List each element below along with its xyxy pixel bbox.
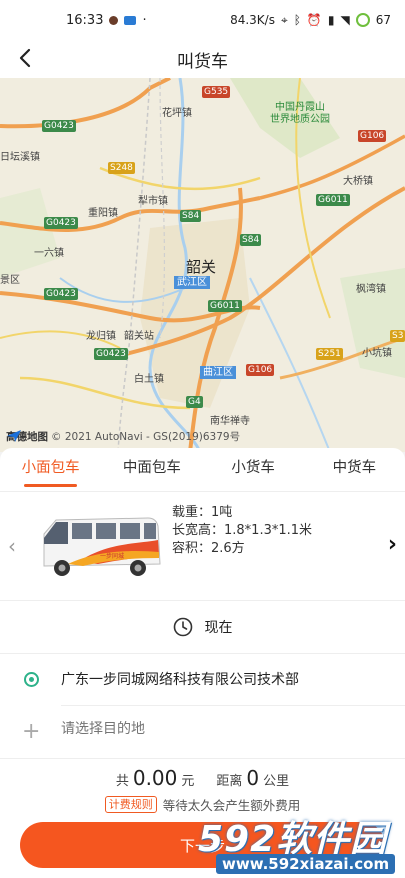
map-label-xiaokeng: 小坑镇 xyxy=(362,348,392,359)
destination-row[interactable]: + xyxy=(0,714,405,750)
chevron-left-icon[interactable]: ‹ xyxy=(8,534,16,558)
map-label-wujiang: 武江区 xyxy=(174,276,210,289)
vehicle-tabs: 小面包车 中面包车 小货车 中货车 xyxy=(0,448,405,490)
dot-separator-icon: · xyxy=(142,12,147,28)
divider xyxy=(0,600,405,601)
divider xyxy=(0,758,405,759)
start-address-row[interactable]: 广东一步同城网络科技有限公司技术部 xyxy=(0,662,405,698)
road-g0423-c: G0423 xyxy=(44,288,78,300)
road-g106-a: G106 xyxy=(358,130,387,142)
battery-level: 67 xyxy=(375,13,391,27)
road-g6011-a: G6011 xyxy=(316,194,350,206)
map-label-baitu: 白土镇 xyxy=(134,374,164,385)
map-label-huaping: 花坪镇 xyxy=(162,108,192,119)
header: 叫货车 xyxy=(0,40,405,78)
vehicle-load: 载重：1吨 xyxy=(172,505,233,520)
tabs-divider xyxy=(0,491,405,492)
road-s3: S3 xyxy=(390,330,405,342)
tab-small-truck[interactable]: 小货车 xyxy=(203,448,304,490)
chevron-left-icon[interactable] xyxy=(14,46,38,70)
divider xyxy=(61,705,405,706)
tab-medium-truck[interactable]: 中货车 xyxy=(304,448,405,490)
start-address: 广东一步同城网络科技有限公司技术部 xyxy=(61,672,299,688)
network-speed: 84.3K/s xyxy=(230,13,275,27)
destination-input[interactable] xyxy=(61,721,361,737)
van-image: 一步同城 xyxy=(43,517,161,576)
app-badge-icon xyxy=(124,15,137,25)
road-g0423-a: G0423 xyxy=(42,120,76,132)
fee-rule-button[interactable]: 计费规则 xyxy=(104,795,157,813)
total-prefix: 共 xyxy=(115,774,129,789)
alarm-icon: ⏰ xyxy=(306,13,322,27)
status-time: 16:33 xyxy=(66,12,104,28)
location-icon: ⌖ xyxy=(280,12,288,27)
page-title: 叫货车 xyxy=(177,51,228,72)
road-g106-b: G106 xyxy=(246,364,275,376)
map-label-longgui: 龙归镇 xyxy=(86,331,116,342)
map-label-nanhuachan: 南华禅寺 xyxy=(210,416,250,427)
map-label-riyanxi: 日坛溪镇 xyxy=(0,152,40,163)
road-s251: S251 xyxy=(316,348,343,360)
map-credit-text: © 2021 AutoNavi - GS(2019)6379号 xyxy=(51,431,241,443)
map-label-chongyang: 重阳镇 xyxy=(88,208,118,219)
road-s84-b: S84 xyxy=(240,234,262,246)
chevron-right-icon[interactable]: › xyxy=(388,532,397,557)
battery-icon xyxy=(355,13,370,27)
time-selector[interactable]: 现在 xyxy=(0,608,405,646)
road-s248: S248 xyxy=(108,162,135,174)
vehicle-volume: 容积：2.6方 xyxy=(172,541,245,556)
map-label-liuyi: 一六镇 xyxy=(34,248,64,259)
map-label-daqiao: 大桥镇 xyxy=(343,176,373,187)
clock-icon xyxy=(173,617,192,637)
notification-dot-icon xyxy=(109,15,119,25)
road-s84-a: S84 xyxy=(180,210,202,222)
distance-value: 0 xyxy=(246,766,260,790)
map-label-city: 韶关 xyxy=(186,258,217,276)
road-g0423-d: G0423 xyxy=(94,348,128,360)
start-point-icon xyxy=(24,672,39,687)
map-label-jingqu: 景区 xyxy=(0,275,20,286)
plus-icon: + xyxy=(22,719,41,744)
wifi-icon: ◥ xyxy=(340,13,350,27)
divider xyxy=(0,653,405,654)
road-g6011-b: G6011 xyxy=(208,300,242,312)
map-label-danxia-2: 世界地质公园 xyxy=(270,114,330,125)
status-right: 84.3K/s ⌖ ᛒ ⏰ ▮ ◥ 67 xyxy=(230,13,391,28)
watermark-url: www.592xiazai.com xyxy=(216,854,396,874)
road-g535: G535 xyxy=(202,86,231,98)
svg-text:一步同城: 一步同城 xyxy=(100,552,124,560)
signal-icon: ▮ xyxy=(327,13,335,27)
price-summary: 共 0.00 元 距离 0 公里 xyxy=(0,766,405,792)
map-credit: 高德地图 © 2021 AutoNavi - GS(2019)6379号 xyxy=(6,429,240,444)
vehicle-specs: 载重：1吨 长宽高：1.8*1.3*1.1米 容积：2.6方 xyxy=(172,504,312,558)
status-left: 16:33 · xyxy=(66,13,147,28)
amap-logo-icon xyxy=(7,430,21,442)
status-bar: 16:33 · 84.3K/s ⌖ ᛒ ⏰ ▮ ◥ 67 xyxy=(0,0,405,40)
distance-unit: 公里 xyxy=(263,774,290,789)
map-label-qujiang: 曲江区 xyxy=(200,366,236,379)
time-label: 现在 xyxy=(204,620,233,636)
bluetooth-icon: ᛒ xyxy=(293,13,301,27)
tab-medium-van[interactable]: 中面包车 xyxy=(101,448,202,490)
vehicle-card: ‹ 一步同城 载重：1吨 长宽高：1.8*1.3*1.1米 容积：2.6方 › xyxy=(0,496,405,596)
map-label-lishi: 犁市镇 xyxy=(138,196,168,207)
distance-prefix: 距离 xyxy=(216,774,243,789)
total-unit: 元 xyxy=(181,774,195,789)
watermark: 592软件园 www.592xiazai.com xyxy=(198,806,405,878)
total-price: 0.00 xyxy=(132,766,178,790)
road-g0423-b: G0423 xyxy=(44,217,78,229)
tab-small-van[interactable]: 小面包车 xyxy=(0,448,101,490)
map-label-fengwan: 枫湾镇 xyxy=(356,284,386,295)
vehicle-dimensions: 长宽高：1.8*1.3*1.1米 xyxy=(172,523,313,538)
map-view[interactable]: 中国丹霞山 世界地质公园 花坪镇 犁市镇 重阳镇 日坛溪镇 一六镇 景区 龙归镇… xyxy=(0,78,405,452)
road-g4: G4 xyxy=(186,396,203,408)
map-label-shaoguanzhan: 韶关站 xyxy=(124,331,154,342)
